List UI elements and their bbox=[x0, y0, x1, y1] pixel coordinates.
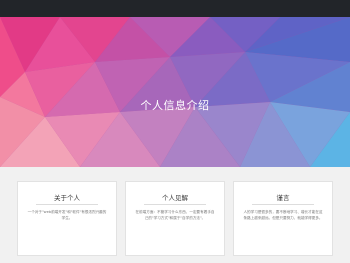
opinion-card: 个人见解 在前端方面：不管学习什么东西，一定要有着手自己的"学习方式"和属于"自… bbox=[125, 181, 225, 256]
divider bbox=[144, 204, 206, 205]
motto-card: 谨言 人的学习是很多的，要不断地学习、增长才能在这条路上越来越远。但是只要努力，… bbox=[233, 181, 333, 256]
about-card: 关于个人 一个对于"web前端开发"和"软件"有很浓烈兴趣的学生。 bbox=[17, 181, 117, 256]
info-cards-section: 关于个人 一个对于"web前端开发"和"软件"有很浓烈兴趣的学生。 个人见解 在… bbox=[0, 167, 350, 263]
top-navigation-bar bbox=[0, 0, 350, 17]
page-title: 个人信息介绍 bbox=[140, 99, 210, 112]
card-body: 在前端方面：不管学习什么东西，一定要有着手自己的"学习方式"和属于"自学的方法"… bbox=[135, 210, 215, 220]
card-body: 一个对于"web前端开发"和"软件"有很浓烈兴趣的学生。 bbox=[27, 210, 107, 220]
low-poly-background bbox=[0, 17, 350, 167]
card-title: 关于个人 bbox=[54, 194, 80, 202]
card-body: 人的学习是很多的，要不断地学习、增长才能在这条路上越来越远。但是只要努力，就能学… bbox=[243, 210, 323, 220]
divider bbox=[252, 204, 314, 205]
card-title: 个人见解 bbox=[162, 194, 188, 202]
card-title: 谨言 bbox=[276, 194, 290, 202]
divider bbox=[36, 204, 98, 205]
hero-banner: 个人信息介绍 bbox=[0, 17, 350, 167]
